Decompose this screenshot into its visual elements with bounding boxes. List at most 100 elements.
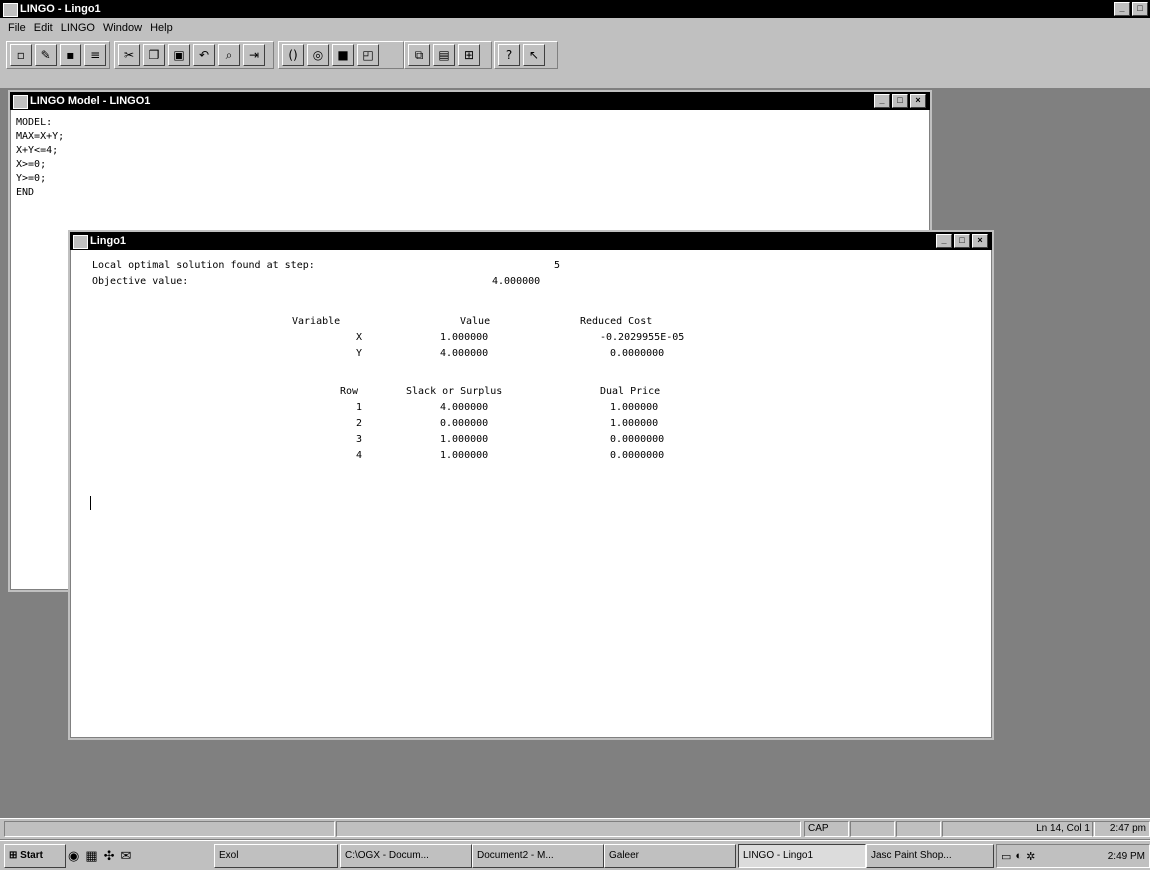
model-line: X>=0; <box>16 159 47 170</box>
maximize-button[interactable]: □ <box>1132 2 1148 16</box>
task-button[interactable]: Document2 - M... <box>472 844 604 868</box>
col-header-variable: Variable <box>292 316 341 327</box>
menu-window[interactable]: Window <box>103 18 142 38</box>
menu-edit[interactable]: Edit <box>34 18 53 38</box>
var-name: Y <box>356 348 363 359</box>
menu-lingo[interactable]: LINGO <box>61 18 95 38</box>
model-window-controls: _ □ × <box>874 94 926 108</box>
row-dual-price: 1.000000 <box>610 418 659 429</box>
lingo-app-icon <box>3 3 18 17</box>
menu-help[interactable]: Help <box>150 18 173 38</box>
solution-step-value: 5 <box>554 260 561 271</box>
row-slack: 1.000000 <box>440 450 489 461</box>
col-header-slack-surplus: Slack or Surplus <box>406 386 503 397</box>
row-slack: 0.000000 <box>440 418 489 429</box>
var-name: X <box>356 332 363 343</box>
text-caret <box>90 496 91 510</box>
toolbar: ▫ ✎ ▪ ≡ ✂ ❐ ▣ ↶ ⌕ ⇥ () ◎ ■ ◰ ⧉ ▤ ⊞ ? ↖ <box>0 38 1150 88</box>
col-header-dual-price: Dual Price <box>600 386 661 397</box>
goto-icon[interactable]: ⇥ <box>243 44 265 66</box>
model-line: END <box>16 187 35 198</box>
model-line: Y>=0; <box>16 173 47 184</box>
context-help-icon[interactable]: ↖ <box>523 44 545 66</box>
row-number: 1 <box>356 402 363 413</box>
send-to-back-icon[interactable]: ◰ <box>357 44 379 66</box>
ie-icon[interactable]: ◉ <box>68 848 79 864</box>
toolbar-window-group: ⧉ ▤ ⊞ <box>404 41 492 69</box>
row-number: 3 <box>356 434 363 445</box>
print-icon[interactable]: ≡ <box>84 44 106 66</box>
windows-logo-icon: ⊞ <box>9 850 18 861</box>
toolbar-edit-group: ✂ ❐ ▣ ↶ ⌕ ⇥ <box>114 41 274 69</box>
tray-app-icon[interactable]: ✲ <box>1026 850 1035 863</box>
desktop-icon[interactable]: ▦ <box>85 848 97 864</box>
objective-value: 4.000000 <box>492 276 541 287</box>
tile-icon[interactable]: ▤ <box>433 44 455 66</box>
report-window-controls: _ □ × <box>936 234 988 248</box>
status-bar: CAP Ln 14, Col 1 2:47 pm <box>0 818 1150 839</box>
model-line: MODEL: <box>16 117 53 128</box>
network-icon[interactable]: ▭ <box>1001 850 1011 863</box>
outlook-icon[interactable]: ✉ <box>121 848 132 864</box>
report-minimize-button[interactable]: _ <box>936 234 952 248</box>
find-icon[interactable]: ⌕ <box>218 44 240 66</box>
taskbar: ⊞ Start ◉ ▦ ✣ ✉ Exol C:\OGX - Docum... D… <box>0 840 1150 870</box>
model-window-title: LINGO Model - LINGO1 <box>30 95 151 107</box>
cut-icon[interactable]: ✂ <box>118 44 140 66</box>
paste-icon[interactable]: ▣ <box>168 44 190 66</box>
status-ovr <box>896 821 941 837</box>
task-button[interactable]: Jasc Paint Shop... <box>866 844 994 868</box>
row-dual-price: 0.0000000 <box>610 434 665 445</box>
report-window: Lingo1 _ □ × Local optimal solution foun… <box>68 230 994 740</box>
model-close-button[interactable]: × <box>910 94 926 108</box>
match-paren-icon[interactable]: () <box>282 44 304 66</box>
status-clock: 2:47 pm <box>1092 821 1150 837</box>
lingo-report-icon <box>73 235 88 249</box>
col-header-reduced-cost: Reduced Cost <box>580 316 653 327</box>
row-slack: 4.000000 <box>440 402 489 413</box>
menu-bar: File Edit LINGO Window Help <box>0 18 1150 38</box>
app-title-bar: LINGO - Lingo1 _ □ × <box>0 0 1150 18</box>
new-icon[interactable]: ▫ <box>10 44 32 66</box>
task-button[interactable]: Exol <box>214 844 338 868</box>
var-value: 1.000000 <box>440 332 489 343</box>
status-position: Ln 14, Col 1 <box>942 821 1095 837</box>
report-maximize-button[interactable]: □ <box>954 234 970 248</box>
toolbar-help-group: ? ↖ <box>494 41 558 69</box>
cascade-icon[interactable]: ⧉ <box>408 44 430 66</box>
save-icon[interactable]: ▪ <box>59 44 82 66</box>
open-icon[interactable]: ✎ <box>34 44 57 66</box>
task-button-active[interactable]: LINGO - Lingo1 <box>738 844 866 868</box>
model-minimize-button[interactable]: _ <box>874 94 890 108</box>
start-label: Start <box>20 850 43 861</box>
toolbar-file-group: ▫ ✎ ▪ ≡ <box>6 41 110 69</box>
quick-launch: ◉ ▦ ✣ ✉ <box>68 846 208 866</box>
lingo-model-icon <box>13 95 28 109</box>
channels-icon[interactable]: ✣ <box>104 848 115 864</box>
status-blank <box>336 821 801 837</box>
row-slack: 1.000000 <box>440 434 489 445</box>
volume-icon[interactable]: ◐ <box>1015 850 1022 862</box>
help-icon[interactable]: ? <box>498 44 520 66</box>
arrange-icon[interactable]: ⊞ <box>458 44 480 66</box>
var-reduced-cost: 0.0000000 <box>610 348 665 359</box>
task-button[interactable]: C:\OGX - Docum... <box>340 844 472 868</box>
system-tray: ▭ ◐ ✲ 2:49 PM <box>996 844 1150 868</box>
model-line: MAX=X+Y; <box>16 131 65 142</box>
undo-icon[interactable]: ↶ <box>193 44 215 66</box>
menu-file[interactable]: File <box>8 18 26 38</box>
model-maximize-button[interactable]: □ <box>892 94 908 108</box>
solve-icon[interactable]: ◎ <box>307 44 329 66</box>
minimize-button[interactable]: _ <box>1114 2 1130 16</box>
report-window-title-bar: Lingo1 _ □ × <box>70 232 992 250</box>
status-message <box>4 821 335 837</box>
task-button[interactable]: Galeer <box>604 844 736 868</box>
row-dual-price: 0.0000000 <box>610 450 665 461</box>
solution-report[interactable]: Local optimal solution found at step: 5 … <box>70 250 992 738</box>
solution-status-label: Local optimal solution found at step: <box>92 260 315 271</box>
report-close-button[interactable]: × <box>972 234 988 248</box>
start-button[interactable]: ⊞ Start <box>4 844 66 868</box>
copy-icon[interactable]: ❐ <box>143 44 165 66</box>
report-window-title: Lingo1 <box>90 235 127 247</box>
stop-icon[interactable]: ■ <box>332 44 354 66</box>
